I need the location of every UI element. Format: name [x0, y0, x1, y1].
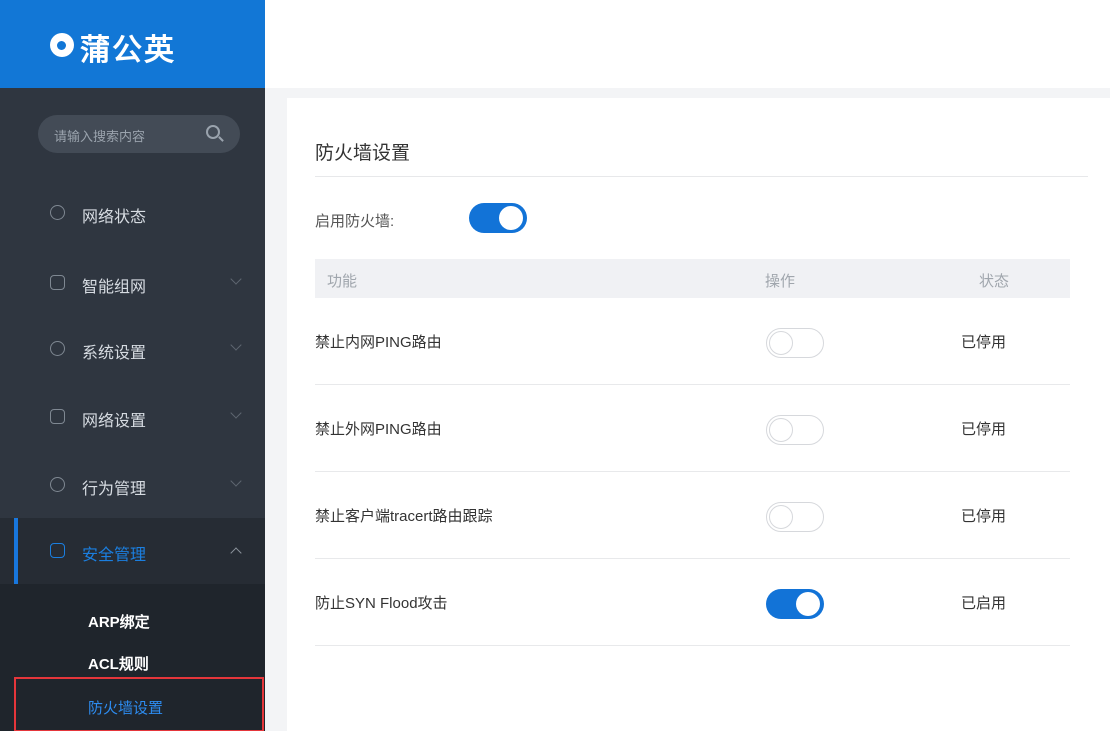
- feature-label: 禁止外网PING路由: [315, 421, 442, 438]
- top-header-strip: [265, 0, 1110, 88]
- chevron-down-icon: [230, 273, 242, 285]
- feature-label: 禁止客户端tracert路由跟踪: [315, 508, 493, 525]
- sidebar-item-system-settings[interactable]: 系统设置: [0, 316, 265, 382]
- main-content: 防火墙设置 启用防火墙: 功能 操作 状态 禁止内网PING路由 已停用 禁止外…: [265, 0, 1110, 731]
- submenu-item-acl-rules[interactable]: ACL规则: [88, 653, 149, 674]
- toggle-knob: [499, 206, 523, 230]
- sidebar-item-network-status[interactable]: 网络状态: [0, 180, 265, 246]
- column-header-action: 操作: [765, 273, 796, 290]
- logo-bar: 蒲公英: [0, 0, 265, 88]
- status-text: 已启用: [961, 595, 1007, 612]
- column-header-status: 状态: [979, 273, 1010, 290]
- column-header-feature: 功能: [327, 273, 358, 290]
- enable-firewall-toggle[interactable]: [469, 203, 527, 233]
- app-window: 蒲公英 请输入搜索内容 网络状态 智能组网 系统设置 网络设置 行为管理 安全管…: [0, 0, 1110, 731]
- sidebar-item-label: 网络设置: [82, 413, 147, 430]
- toggle-knob: [769, 505, 793, 529]
- toggle-knob: [769, 418, 793, 442]
- toggle-knob: [769, 331, 793, 355]
- table-row: 防止SYN Flood攻击 已启用: [315, 559, 1070, 646]
- status-text: 已停用: [961, 508, 1007, 525]
- search-icon[interactable]: [206, 125, 220, 139]
- chevron-up-icon: [230, 547, 242, 559]
- toggle-knob: [796, 592, 820, 616]
- title-divider: [315, 176, 1088, 177]
- sidebar-item-network-settings[interactable]: 网络设置: [0, 384, 265, 450]
- selected-item-highlight: [14, 677, 264, 731]
- status-text: 已停用: [961, 421, 1007, 438]
- enable-firewall-label: 启用防火墙:: [315, 213, 395, 230]
- behavior-management-icon: [50, 477, 65, 492]
- brand-name: 蒲公英: [80, 34, 176, 67]
- chevron-down-icon: [230, 339, 242, 351]
- sidebar-item-label: 行为管理: [82, 481, 147, 498]
- table-row: 禁止客户端tracert路由跟踪 已停用: [315, 472, 1070, 559]
- sidebar-item-security[interactable]: 安全管理: [0, 518, 265, 584]
- table-row: 禁止内网PING路由 已停用: [315, 298, 1070, 385]
- security-icon: [50, 543, 65, 558]
- firewall-settings-card: 防火墙设置 启用防火墙: 功能 操作 状态 禁止内网PING路由 已停用 禁止外…: [287, 98, 1110, 731]
- sidebar-item-label: 智能组网: [82, 279, 147, 296]
- search-input[interactable]: 请输入搜索内容: [38, 115, 240, 153]
- table-row: 禁止外网PING路由 已停用: [315, 385, 1070, 472]
- sidebar-item-label: 系统设置: [82, 345, 147, 362]
- feature-label: 禁止内网PING路由: [315, 334, 442, 351]
- sidebar: 蒲公英 请输入搜索内容 网络状态 智能组网 系统设置 网络设置 行为管理 安全管…: [0, 0, 265, 731]
- sidebar-item-behavior-management[interactable]: 行为管理: [0, 452, 265, 518]
- external-ping-toggle[interactable]: [766, 415, 824, 445]
- feature-label: 防止SYN Flood攻击: [315, 595, 448, 612]
- network-status-icon: [50, 205, 65, 220]
- submenu-item-arp-binding[interactable]: ARP绑定: [88, 611, 150, 632]
- system-settings-icon: [50, 341, 65, 356]
- network-settings-icon: [50, 409, 65, 424]
- search-placeholder: 请输入搜索内容: [54, 129, 146, 144]
- table-header: 功能 操作 状态: [315, 259, 1070, 298]
- tracert-toggle[interactable]: [766, 502, 824, 532]
- internal-ping-toggle[interactable]: [766, 328, 824, 358]
- syn-flood-toggle[interactable]: [766, 589, 824, 619]
- smart-network-icon: [50, 275, 65, 290]
- sidebar-item-label: 安全管理: [82, 547, 147, 564]
- page-title: 防火墙设置: [315, 143, 411, 164]
- status-text: 已停用: [961, 334, 1007, 351]
- sidebar-item-label: 网络状态: [82, 209, 147, 226]
- chevron-down-icon: [230, 475, 242, 487]
- chevron-down-icon: [230, 407, 242, 419]
- sidebar-item-smart-network[interactable]: 智能组网: [0, 250, 265, 316]
- dandelion-logo-icon: [50, 33, 74, 57]
